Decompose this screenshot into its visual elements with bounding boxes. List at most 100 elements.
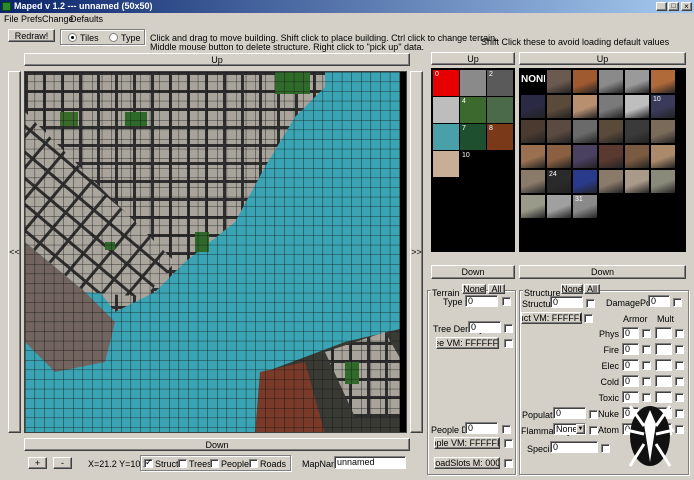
terrain-swatch[interactable] bbox=[460, 70, 486, 96]
population-checkbox[interactable] bbox=[589, 410, 598, 419]
mult-input[interactable] bbox=[655, 343, 672, 355]
roads-checkbox[interactable] bbox=[249, 459, 258, 468]
mult-checkbox[interactable] bbox=[675, 361, 684, 370]
tree-density-checkbox[interactable] bbox=[504, 324, 513, 333]
menu-file[interactable]: File bbox=[4, 14, 19, 24]
minimize-button[interactable]: _ bbox=[656, 2, 667, 11]
structure-tile[interactable] bbox=[573, 170, 597, 193]
terrain-swatch[interactable]: 8 bbox=[487, 124, 513, 150]
terrain-swatch[interactable] bbox=[487, 97, 513, 123]
redraw-button[interactable]: Redraw! bbox=[8, 29, 55, 42]
structure-tile[interactable] bbox=[651, 70, 675, 93]
terrain-down-button[interactable]: Down bbox=[431, 265, 515, 279]
structure-tile[interactable] bbox=[599, 120, 623, 143]
armor-checkbox[interactable] bbox=[642, 377, 651, 386]
title-bar[interactable]: Maped v 1.2 --- unnamed (50x50) _ □ × bbox=[0, 0, 694, 13]
structure-input[interactable]: 0 bbox=[550, 296, 583, 308]
structure-tile[interactable] bbox=[573, 70, 597, 93]
structure-none-button[interactable]: None bbox=[561, 284, 583, 294]
tree-vm-button[interactable]: Tree VM: FFFFFFFF bbox=[436, 337, 499, 349]
mult-checkbox[interactable] bbox=[675, 345, 684, 354]
structure-tile[interactable]: 31 bbox=[573, 195, 597, 218]
struct-vm-button[interactable]: Struct VM: FFFFFFFF bbox=[521, 312, 582, 324]
armor-input[interactable]: 0 bbox=[622, 375, 639, 387]
roadslots-button[interactable]: RoadSlots M: 0000 bbox=[434, 457, 500, 469]
flammability-checkbox[interactable] bbox=[589, 426, 598, 435]
structure-tile[interactable] bbox=[599, 70, 623, 93]
population-input[interactable]: 0 bbox=[553, 407, 586, 419]
terrain-type-checkbox[interactable] bbox=[502, 297, 511, 306]
armor-input[interactable]: 0 bbox=[622, 343, 639, 355]
special-input[interactable]: 0 bbox=[550, 441, 598, 453]
structure-tile[interactable] bbox=[521, 170, 545, 193]
structure-tile[interactable] bbox=[599, 145, 623, 168]
menu-change[interactable]: Change bbox=[42, 14, 74, 24]
structure-tile[interactable] bbox=[547, 95, 571, 118]
zoom-out-button[interactable]: - bbox=[53, 457, 72, 469]
structure-tile[interactable] bbox=[625, 145, 649, 168]
structure-tile[interactable]: 10 bbox=[651, 95, 675, 118]
structure-tile[interactable] bbox=[651, 170, 675, 193]
terrain-swatch[interactable]: 0 bbox=[433, 70, 459, 96]
flammability-dropdown-icon[interactable]: ▼ bbox=[576, 424, 585, 434]
structure-tile[interactable] bbox=[521, 195, 545, 218]
structure-tile[interactable] bbox=[573, 145, 597, 168]
menu-defaults[interactable]: Defaults bbox=[70, 14, 103, 24]
mult-input[interactable] bbox=[655, 375, 672, 387]
structure-tile[interactable] bbox=[521, 95, 545, 118]
map-right-button[interactable]: >> bbox=[410, 71, 423, 433]
struct-vm-checkbox[interactable] bbox=[584, 314, 593, 323]
structure-tile[interactable] bbox=[547, 70, 571, 93]
armor-checkbox[interactable] bbox=[642, 345, 651, 354]
roadslots-checkbox[interactable] bbox=[504, 459, 513, 468]
damage-points-input[interactable]: 0 bbox=[648, 295, 670, 307]
map-canvas[interactable] bbox=[24, 71, 407, 433]
structure-tile[interactable] bbox=[547, 195, 571, 218]
structs-checkbox[interactable] bbox=[144, 457, 153, 468]
terrain-up-button[interactable]: Up bbox=[431, 52, 515, 65]
armor-input[interactable]: 0 bbox=[622, 327, 639, 339]
terrain-swatch[interactable] bbox=[433, 124, 459, 150]
structure-tile[interactable] bbox=[625, 95, 649, 118]
structure-tile[interactable] bbox=[625, 70, 649, 93]
terrain-swatch[interactable]: 4 bbox=[460, 97, 486, 123]
people-den-input[interactable]: 0 bbox=[465, 422, 498, 434]
damage-points-checkbox[interactable] bbox=[673, 298, 682, 307]
armor-checkbox[interactable] bbox=[642, 329, 651, 338]
map-left-button[interactable]: << bbox=[8, 71, 21, 433]
type-radio[interactable] bbox=[109, 33, 118, 42]
structure-checkbox[interactable] bbox=[586, 299, 595, 308]
structure-tile[interactable] bbox=[521, 145, 545, 168]
terrain-all-button[interactable]: All bbox=[488, 284, 505, 294]
mapname-input[interactable]: unnamed bbox=[334, 456, 406, 469]
tree-vm-checkbox[interactable] bbox=[504, 339, 513, 348]
special-checkbox[interactable] bbox=[601, 444, 610, 453]
mult-input[interactable] bbox=[655, 359, 672, 371]
structure-tile[interactable] bbox=[521, 120, 545, 143]
structure-tile[interactable] bbox=[651, 145, 675, 168]
structure-palette[interactable]: NONE 10 2431 bbox=[519, 68, 686, 252]
terrain-swatch[interactable]: 10 bbox=[460, 151, 486, 177]
structure-tile[interactable] bbox=[547, 145, 571, 168]
trees-checkbox[interactable] bbox=[178, 459, 187, 468]
people-vm-button[interactable]: People VM: FFFFFFFF bbox=[434, 437, 500, 449]
terrain-swatch[interactable] bbox=[433, 97, 459, 123]
armor-checkbox[interactable] bbox=[642, 361, 651, 370]
people-den-checkbox[interactable] bbox=[502, 425, 511, 434]
structure-tile[interactable] bbox=[625, 170, 649, 193]
structure-down-button[interactable]: Down bbox=[519, 265, 686, 279]
people-checkbox[interactable] bbox=[210, 459, 219, 468]
structure-tile[interactable] bbox=[625, 120, 649, 143]
structure-up-button[interactable]: Up bbox=[519, 52, 686, 65]
armor-input[interactable]: 0 bbox=[622, 359, 639, 371]
structure-tile[interactable] bbox=[599, 95, 623, 118]
structure-tile[interactable]: 24 bbox=[547, 170, 571, 193]
close-button[interactable]: × bbox=[681, 2, 692, 11]
mult-input[interactable] bbox=[655, 327, 672, 339]
zoom-in-button[interactable]: + bbox=[28, 457, 47, 469]
terrain-swatch[interactable] bbox=[433, 151, 459, 177]
none-tile[interactable]: NONE bbox=[521, 70, 545, 93]
map-down-button[interactable]: Down bbox=[24, 438, 410, 451]
structure-tile[interactable] bbox=[573, 95, 597, 118]
map-up-button[interactable]: Up bbox=[24, 53, 410, 66]
